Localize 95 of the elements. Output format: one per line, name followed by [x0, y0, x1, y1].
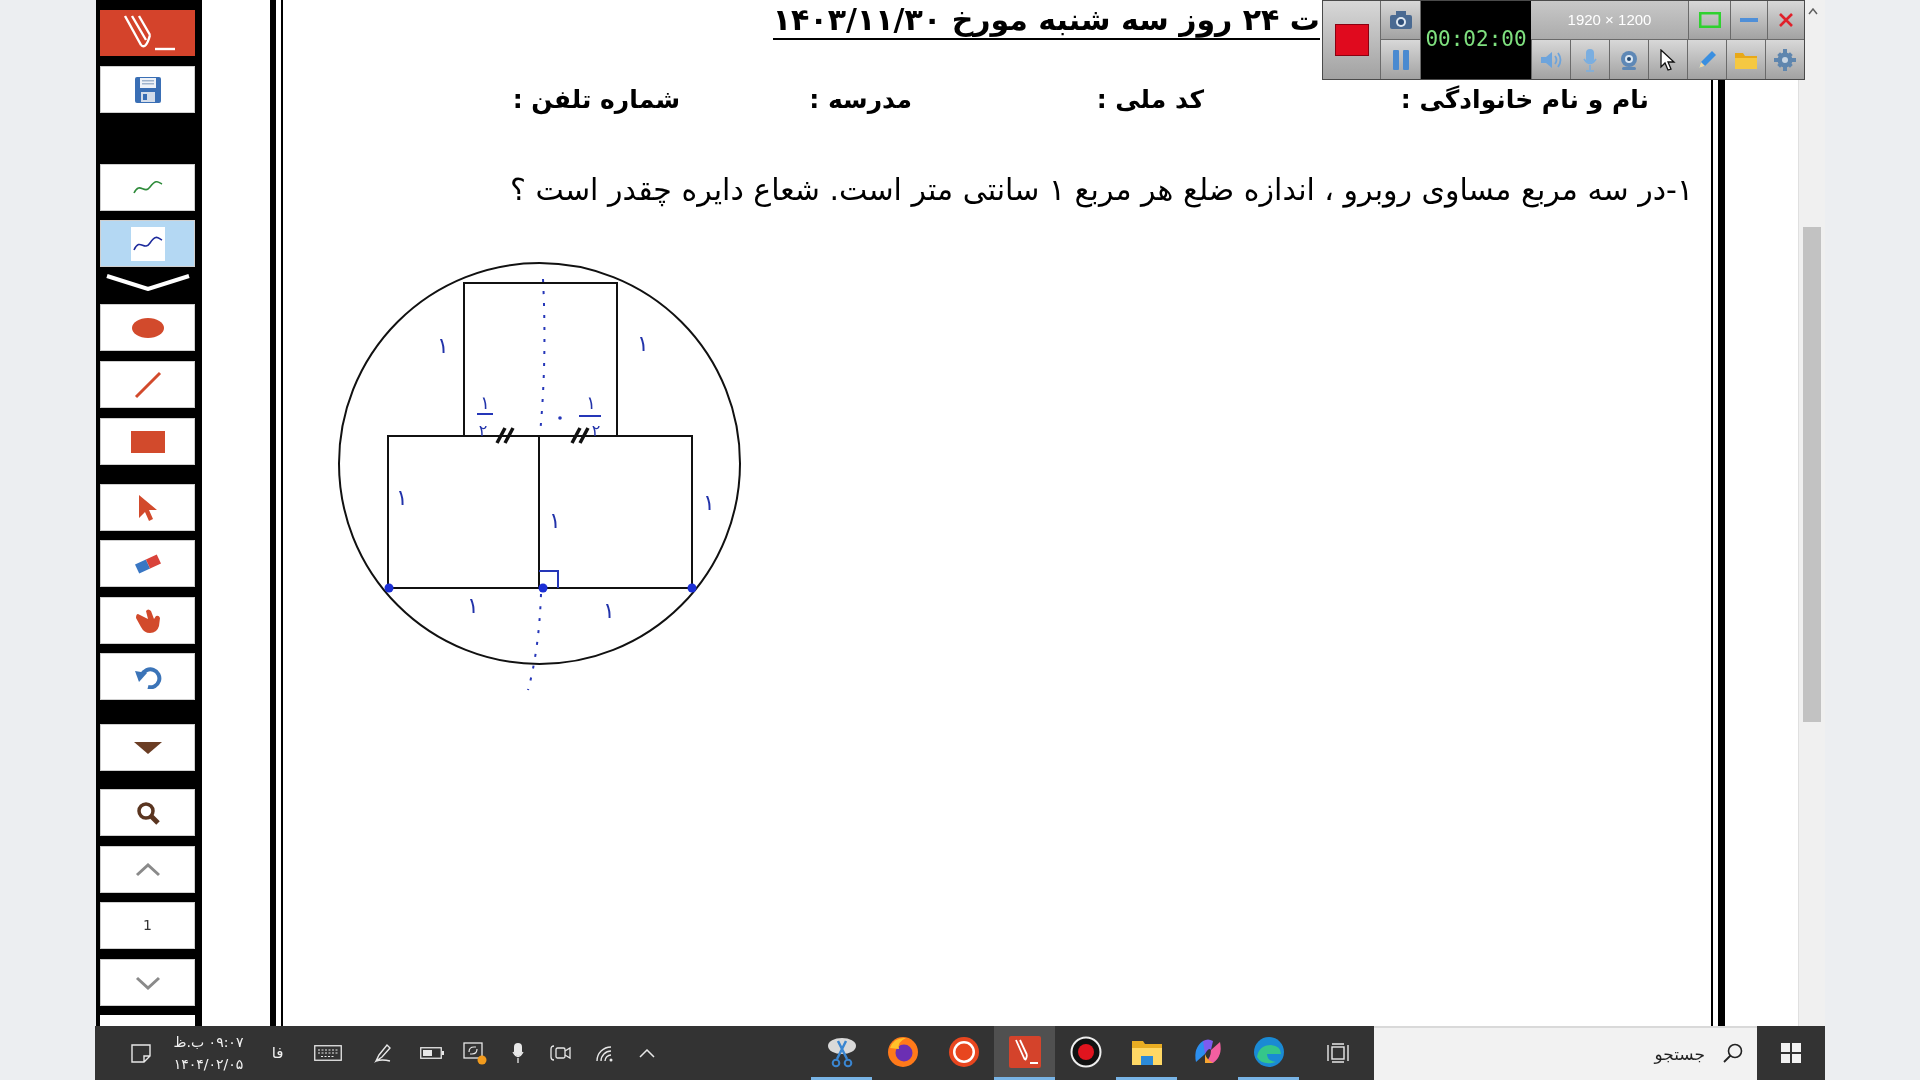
screenshot-button[interactable]: [1381, 1, 1421, 40]
undo-icon: [133, 664, 162, 689]
video-camera-icon[interactable]: [550, 1043, 572, 1063]
window-frame-button[interactable]: [1688, 1, 1730, 39]
webcam-button[interactable]: [1609, 40, 1648, 79]
square-outline-icon: [1698, 12, 1721, 28]
speaker-icon: [1539, 49, 1563, 70]
rectangle-tool-button[interactable]: [100, 418, 195, 465]
wave-logo-icon: [1252, 1035, 1285, 1068]
fraction-denominator: ۲: [478, 420, 488, 440]
undo-button[interactable]: [100, 653, 195, 700]
close-icon: [1779, 13, 1793, 27]
fraction-numerator: ۱: [480, 391, 490, 413]
squiggle-pen-icon: [130, 226, 165, 261]
save-button[interactable]: [100, 66, 195, 113]
side-length-label: ۱: [703, 489, 715, 515]
scissors-icon: [825, 1035, 858, 1068]
record-button[interactable]: [1323, 1, 1381, 79]
minimize-icon: [1740, 18, 1758, 22]
question-text: ۱-در سه مربع مساوی روبرو ، اندازه ضلع هر مربع ۱ سانتی متر است. شعاع دایره چقدر است ؟: [510, 171, 1693, 210]
microphone-button[interactable]: [1570, 40, 1609, 79]
ellipse-icon: [131, 317, 164, 338]
eraser-tool-button[interactable]: [100, 540, 195, 587]
side-length-label: ۱: [437, 332, 449, 358]
notification-icon[interactable]: [130, 1042, 152, 1064]
battery-icon[interactable]: [419, 1047, 444, 1059]
orb-logo-icon: [886, 1035, 919, 1068]
language-indicator[interactable]: فا: [271, 1041, 284, 1065]
clock-time: ۰۹:۰۷ ب.ظ: [173, 1033, 244, 1052]
pencil-icon: [1696, 48, 1718, 71]
keyboard-icon[interactable]: [314, 1045, 342, 1061]
target-icon: [947, 1035, 980, 1068]
speaker-button[interactable]: [1531, 40, 1570, 79]
side-length-label: ۱: [396, 484, 408, 510]
fraction-numerator: ۱: [586, 391, 596, 413]
fraction-denominator: ۲: [591, 420, 601, 440]
pen-logo-icon: [1008, 1035, 1041, 1068]
form-field-label: کد ملی :: [1096, 84, 1204, 117]
zoom-button[interactable]: [100, 789, 195, 836]
document-heading: ت ۲۴ روز سه شنبه مورخ ۱۴۰۳/۱۱/۳۰: [772, 1, 1320, 40]
app-menu-button[interactable]: [100, 10, 195, 56]
cursor-button[interactable]: [1648, 40, 1687, 79]
cursor-arrow-icon: [1660, 48, 1676, 71]
squiggle-pen-icon: [132, 180, 163, 195]
triangle-down-icon: [133, 741, 162, 754]
settings-icon: [1774, 48, 1796, 71]
webcam-icon: [1618, 48, 1640, 71]
pause-button[interactable]: [1381, 40, 1421, 79]
resolution-label: 1920 × 1200: [1567, 9, 1652, 30]
microphone-icon[interactable]: [512, 1042, 524, 1064]
microphone-icon: [1583, 47, 1597, 72]
ellipse-tool-button[interactable]: [100, 304, 195, 351]
side-length-label: ۱: [603, 597, 615, 623]
side-length-label: ۱: [549, 507, 561, 533]
task-view-icon[interactable]: [1327, 1043, 1349, 1063]
scroll-up-icon[interactable]: [1807, 8, 1818, 15]
stop-icon: [1334, 24, 1369, 56]
page-number-field[interactable]: 1: [100, 902, 195, 949]
form-field-label: شماره تلفن :: [512, 84, 680, 117]
side-length-label: ۱: [637, 330, 649, 356]
open-folder-button[interactable]: [1726, 40, 1765, 79]
more-tools-button[interactable]: [100, 724, 195, 771]
windows-logo-icon: [1781, 1043, 1801, 1063]
side-length-label: ۱: [467, 592, 479, 618]
pen-icon[interactable]: [374, 1043, 392, 1063]
search-icon: [1723, 1043, 1743, 1063]
form-field-label: مدرسه :: [809, 84, 912, 117]
taskbar-app-button[interactable]: [994, 1026, 1055, 1080]
line-icon: [133, 370, 162, 399]
cursor-arrow-icon: [136, 493, 159, 522]
chevron-up-icon: [134, 862, 161, 877]
rectangle-icon: [130, 430, 165, 453]
form-field-label: نام و نام خانوادگی :: [1400, 84, 1649, 117]
chevron-down-icon: [134, 975, 161, 990]
chevron-up-icon[interactable]: [639, 1048, 655, 1058]
recording-timer: 00:02:00: [1421, 1, 1531, 79]
record-icon: [1069, 1035, 1102, 1068]
draw-button[interactable]: [1687, 40, 1726, 79]
pointer-tool-button[interactable]: [100, 484, 195, 531]
magnifier-icon: [135, 800, 160, 825]
minimize-button[interactable]: [1730, 1, 1767, 39]
eraser-icon: [132, 552, 163, 575]
pause-icon: [1391, 48, 1410, 71]
settings-button[interactable]: [1765, 40, 1804, 79]
display-sync-icon[interactable]: [463, 1041, 487, 1065]
camera-icon: [1388, 10, 1413, 30]
save-icon: [133, 75, 162, 104]
close-button[interactable]: [1767, 1, 1804, 39]
search-field[interactable]: جستجو: [1374, 1026, 1757, 1080]
clock-date: ۱۴۰۴/۰۲/۰۵: [173, 1055, 244, 1074]
hand-icon: [134, 607, 161, 634]
hand-tool-button[interactable]: [100, 597, 195, 644]
scrollbar-track[interactable]: [1798, 0, 1825, 1026]
scrollbar-thumb[interactable]: [1803, 227, 1821, 722]
chevron-down-icon[interactable]: [105, 273, 191, 291]
